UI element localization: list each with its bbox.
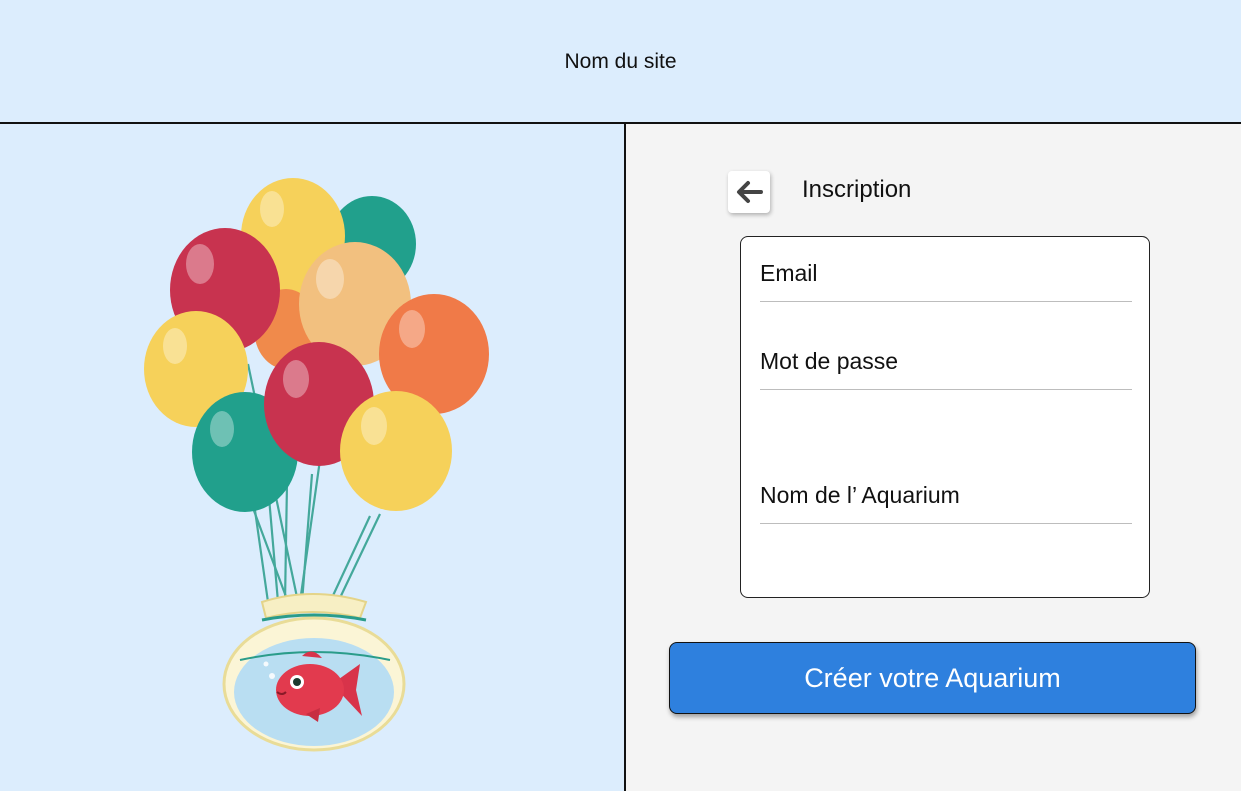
site-name: Nom du site bbox=[564, 50, 677, 73]
email-field[interactable]: Email bbox=[760, 260, 1132, 302]
signup-form: Email Mot de passe Nom de l’ Aquarium bbox=[740, 236, 1150, 598]
arrow-left-icon bbox=[737, 181, 763, 203]
create-aquarium-button[interactable]: Créer votre Aquarium bbox=[669, 642, 1196, 714]
password-field[interactable]: Mot de passe bbox=[760, 348, 1132, 390]
back-button[interactable] bbox=[728, 171, 770, 213]
signup-panel: Inscription Email Mot de passe Nom de l’… bbox=[626, 124, 1241, 791]
aquarium-name-field[interactable]: Nom de l’ Aquarium bbox=[760, 482, 1132, 524]
balloons bbox=[144, 178, 489, 512]
balloons-fishbowl-illustration bbox=[144, 178, 489, 752]
balloon-yellow-right bbox=[340, 391, 452, 511]
form-title: Inscription bbox=[802, 176, 912, 203]
illustration-panel bbox=[0, 124, 626, 791]
site-header: Nom du site bbox=[0, 0, 1241, 124]
